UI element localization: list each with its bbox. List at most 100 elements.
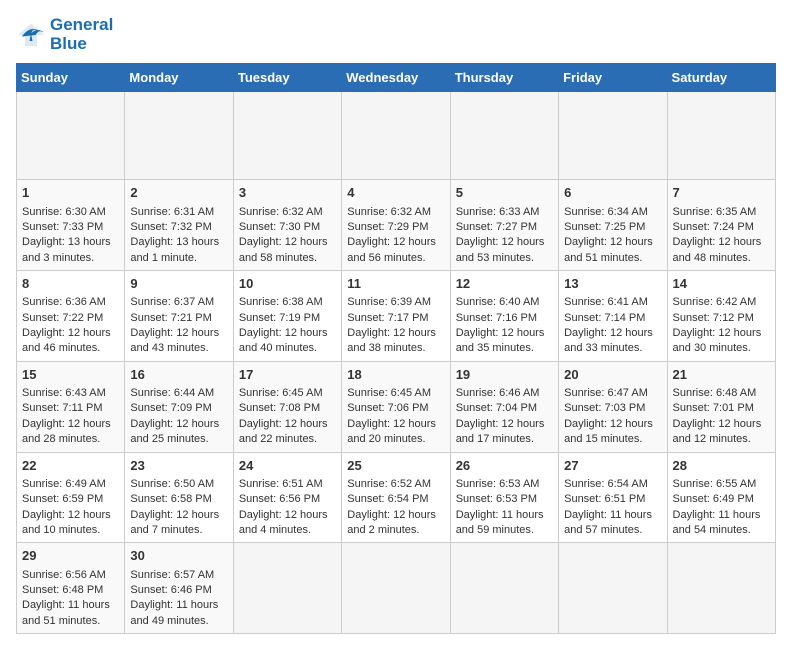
sunrise-text: Sunrise: 6:32 AM bbox=[347, 205, 444, 220]
calendar-week-row: 29Sunrise: 6:56 AMSunset: 6:48 PMDayligh… bbox=[17, 543, 776, 634]
sunrise-text: Sunrise: 6:49 AM bbox=[22, 477, 119, 492]
page-header: General Blue bbox=[16, 16, 776, 53]
sunset-text: Sunset: 7:33 PM bbox=[22, 220, 119, 235]
daylight-text: Daylight: 12 hours and 43 minutes. bbox=[130, 326, 227, 357]
day-number: 6 bbox=[564, 184, 661, 202]
calendar-cell: 14 Sunrise: 6:42 AMSunset: 7:12 PMDayligh… bbox=[667, 271, 775, 362]
daylight-text: Daylight: 12 hours and 28 minutes. bbox=[22, 417, 119, 448]
calendar-cell: 21Sunrise: 6:48 AMSunset: 7:01 PMDayligh… bbox=[667, 361, 775, 452]
sunrise-text: Sunrise: 6:40 AM bbox=[456, 295, 553, 310]
sunrise-text: Sunrise: 6:31 AM bbox=[130, 205, 227, 220]
day-number: 15 bbox=[22, 366, 119, 384]
calendar-cell bbox=[342, 92, 450, 180]
calendar-cell: 30Sunrise: 6:57 AMSunset: 6:46 PMDayligh… bbox=[125, 543, 233, 634]
calendar-cell: 28Sunrise: 6:55 AMSunset: 6:49 PMDayligh… bbox=[667, 452, 775, 543]
day-of-week-header: Sunday bbox=[17, 64, 125, 92]
daylight-text: Daylight: 12 hours and 25 minutes. bbox=[130, 417, 227, 448]
calendar-cell: 22Sunrise: 6:49 AMSunset: 6:59 PMDayligh… bbox=[17, 452, 125, 543]
sunset-text: Sunset: 7:04 PM bbox=[456, 401, 553, 416]
sunrise-text: Sunrise: 6:45 AM bbox=[347, 386, 444, 401]
sunrise-text: Sunrise: 6:39 AM bbox=[347, 295, 444, 310]
sunrise-text: Sunrise: 6:55 AM bbox=[673, 477, 770, 492]
day-of-week-header: Friday bbox=[559, 64, 667, 92]
daylight-text: Daylight: 12 hours and 12 minutes. bbox=[673, 417, 770, 448]
calendar-cell: 1Sunrise: 6:30 AMSunset: 7:33 PMDaylight… bbox=[17, 180, 125, 271]
day-of-week-header: Thursday bbox=[450, 64, 558, 92]
sunrise-text: Sunrise: 6:34 AM bbox=[564, 205, 661, 220]
daylight-text: Daylight: 12 hours and 15 minutes. bbox=[564, 417, 661, 448]
calendar-cell bbox=[233, 543, 341, 634]
sunrise-text: Sunrise: 6:32 AM bbox=[239, 205, 336, 220]
calendar-cell: 25Sunrise: 6:52 AMSunset: 6:54 PMDayligh… bbox=[342, 452, 450, 543]
sunset-text: Sunset: 7:17 PM bbox=[347, 311, 444, 326]
sunset-text: Sunset: 7:22 PM bbox=[22, 311, 119, 326]
sunrise-text: Sunrise: 6:35 AM bbox=[673, 205, 770, 220]
calendar-cell: 2Sunrise: 6:31 AMSunset: 7:32 PMDaylight… bbox=[125, 180, 233, 271]
daylight-text: Daylight: 12 hours and 10 minutes. bbox=[22, 508, 119, 539]
sunset-text: Sunset: 7:09 PM bbox=[130, 401, 227, 416]
calendar-table: SundayMondayTuesdayWednesdayThursdayFrid… bbox=[16, 63, 776, 634]
day-number: 26 bbox=[456, 457, 553, 475]
day-number: 20 bbox=[564, 366, 661, 384]
calendar-cell: 7Sunrise: 6:35 AMSunset: 7:24 PMDaylight… bbox=[667, 180, 775, 271]
sunrise-text: Sunrise: 6:46 AM bbox=[456, 386, 553, 401]
calendar-cell: 5Sunrise: 6:33 AMSunset: 7:27 PMDaylight… bbox=[450, 180, 558, 271]
logo-text: General Blue bbox=[50, 16, 113, 53]
calendar-cell: 29Sunrise: 6:56 AMSunset: 6:48 PMDayligh… bbox=[17, 543, 125, 634]
day-number: 10 bbox=[239, 275, 336, 293]
logo-icon bbox=[16, 20, 46, 50]
sunrise-text: Sunrise: 6:37 AM bbox=[130, 295, 227, 310]
day-number: 13 bbox=[564, 275, 661, 293]
daylight-text: Daylight: 12 hours and 53 minutes. bbox=[456, 235, 553, 266]
day-number: 12 bbox=[456, 275, 553, 293]
day-number: 27 bbox=[564, 457, 661, 475]
sunrise-text: Sunrise: 6:51 AM bbox=[239, 477, 336, 492]
calendar-cell: 17Sunrise: 6:45 AMSunset: 7:08 PMDayligh… bbox=[233, 361, 341, 452]
calendar-cell bbox=[125, 92, 233, 180]
sunrise-text: Sunrise: 6:44 AM bbox=[130, 386, 227, 401]
sunrise-text: Sunrise: 6:30 AM bbox=[22, 205, 119, 220]
day-of-week-header: Tuesday bbox=[233, 64, 341, 92]
day-number: 16 bbox=[130, 366, 227, 384]
sunrise-text: Sunrise: 6:45 AM bbox=[239, 386, 336, 401]
sunrise-text: Sunrise: 6:33 AM bbox=[456, 205, 553, 220]
daylight-text: Daylight: 12 hours and 58 minutes. bbox=[239, 235, 336, 266]
calendar-cell: 26Sunrise: 6:53 AMSunset: 6:53 PMDayligh… bbox=[450, 452, 558, 543]
daylight-text: Daylight: 12 hours and 2 minutes. bbox=[347, 508, 444, 539]
daylight-text: Daylight: 11 hours and 59 minutes. bbox=[456, 508, 553, 539]
sunset-text: Sunset: 6:49 PM bbox=[673, 492, 770, 507]
calendar-cell: 24Sunrise: 6:51 AMSunset: 6:56 PMDayligh… bbox=[233, 452, 341, 543]
day-number: 30 bbox=[130, 547, 227, 565]
calendar-cell: 6Sunrise: 6:34 AMSunset: 7:25 PMDaylight… bbox=[559, 180, 667, 271]
calendar-cell bbox=[17, 92, 125, 180]
logo: General Blue bbox=[16, 16, 113, 53]
day-number: 19 bbox=[456, 366, 553, 384]
sunrise-text: Sunrise: 6:42 AM bbox=[673, 295, 770, 310]
calendar-cell: 23Sunrise: 6:50 AMSunset: 6:58 PMDayligh… bbox=[125, 452, 233, 543]
sunset-text: Sunset: 7:11 PM bbox=[22, 401, 119, 416]
daylight-text: Daylight: 12 hours and 20 minutes. bbox=[347, 417, 444, 448]
daylight-text: Daylight: 13 hours and 1 minute. bbox=[130, 235, 227, 266]
sunrise-text: Sunrise: 6:41 AM bbox=[564, 295, 661, 310]
sunset-text: Sunset: 7:24 PM bbox=[673, 220, 770, 235]
calendar-cell: 18Sunrise: 6:45 AMSunset: 7:06 PMDayligh… bbox=[342, 361, 450, 452]
day-of-week-header: Saturday bbox=[667, 64, 775, 92]
daylight-text: Daylight: 12 hours and 17 minutes. bbox=[456, 417, 553, 448]
sunset-text: Sunset: 6:58 PM bbox=[130, 492, 227, 507]
day-number: 14 bbox=[673, 275, 770, 293]
day-number: 3 bbox=[239, 184, 336, 202]
calendar-cell: 8Sunrise: 6:36 AMSunset: 7:22 PMDaylight… bbox=[17, 271, 125, 362]
day-number: 7 bbox=[673, 184, 770, 202]
daylight-text: Daylight: 12 hours and 4 minutes. bbox=[239, 508, 336, 539]
day-number: 25 bbox=[347, 457, 444, 475]
daylight-text: Daylight: 12 hours and 30 minutes. bbox=[673, 326, 770, 357]
calendar-cell: 4Sunrise: 6:32 AMSunset: 7:29 PMDaylight… bbox=[342, 180, 450, 271]
sunset-text: Sunset: 7:06 PM bbox=[347, 401, 444, 416]
daylight-text: Daylight: 12 hours and 38 minutes. bbox=[347, 326, 444, 357]
sunrise-text: Sunrise: 6:53 AM bbox=[456, 477, 553, 492]
sunset-text: Sunset: 7:12 PM bbox=[673, 311, 770, 326]
daylight-text: Daylight: 11 hours and 54 minutes. bbox=[673, 508, 770, 539]
sunset-text: Sunset: 7:29 PM bbox=[347, 220, 444, 235]
day-number: 21 bbox=[673, 366, 770, 384]
daylight-text: Daylight: 12 hours and 51 minutes. bbox=[564, 235, 661, 266]
